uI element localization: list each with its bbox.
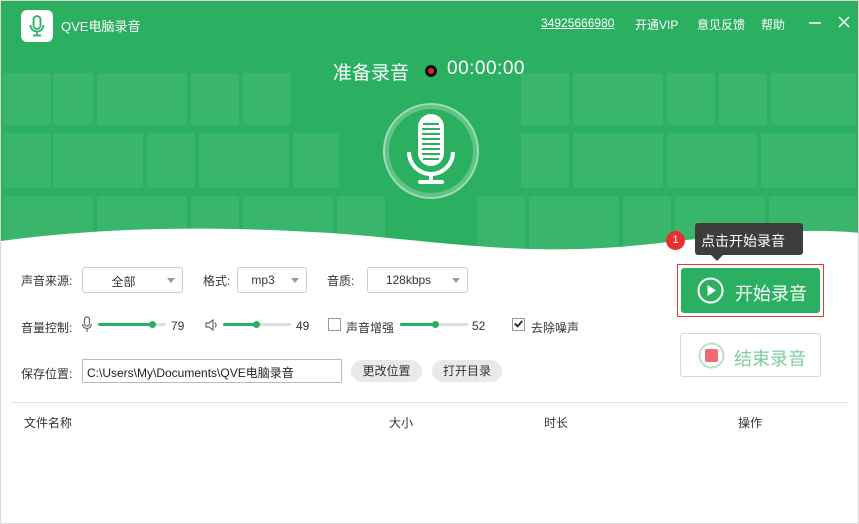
source-select[interactable]: 全部 [82,267,183,293]
recording-timer: 00:00:00 [447,58,525,79]
enhance-slider[interactable] [400,320,468,330]
speaker-icon [204,317,220,333]
stop-recording-label: 结束录音 [734,349,806,369]
minimize-icon[interactable] [807,14,823,30]
header-banner: QVE电脑录音 34925666980 开通VIP 意见反馈 帮助 准备录音 0… [1,1,858,261]
start-button-highlight: 开始录音 [677,264,824,317]
change-location-button[interactable]: 更改位置 [351,360,422,382]
open-directory-button[interactable]: 打开目录 [432,360,502,382]
start-recording-button[interactable]: 开始录音 [681,268,820,313]
open-vip-link[interactable]: 开通VIP [635,16,678,33]
slider-handle[interactable] [253,321,261,328]
app-logo-icon [21,10,53,42]
start-hint-tooltip: 点击开始录音 [695,223,803,261]
app-title: QVE电脑录音 [61,19,141,34]
slider-fill [223,323,257,326]
format-select[interactable]: mp3 [237,267,307,293]
recording-status: 准备录音 00:00:00 [1,58,858,84]
speaker-volume-value: 49 [296,319,310,333]
stop-icon [698,342,725,369]
slider-handle[interactable] [148,321,156,328]
table-divider [11,402,849,403]
denoise-checkbox[interactable] [512,318,525,331]
source-value: 全部 [111,275,136,289]
slider-handle[interactable] [432,321,440,328]
step-badge: 1 [666,231,685,250]
format-label: 格式: [203,274,231,288]
app-window: QVE电脑录音 34925666980 开通VIP 意见反馈 帮助 准备录音 0… [0,0,859,524]
chevron-down-icon [167,278,175,283]
record-indicator-icon [425,65,437,77]
quality-select[interactable]: 128kbps [367,267,468,293]
mic-volume-value: 79 [171,319,185,333]
account-phone-link[interactable]: 34925666980 [541,16,614,30]
denoise-label: 去除噪声 [531,321,580,335]
status-text: 准备录音 [333,63,410,84]
source-label: 声音来源: [21,274,73,288]
quality-label: 音质: [327,274,355,288]
chevron-down-icon [291,278,299,283]
column-header-actions[interactable]: 操作 [738,414,762,431]
microphone-icon [81,316,93,334]
play-icon [697,277,724,304]
column-header-duration[interactable]: 时长 [544,414,568,431]
chevron-down-icon [452,278,460,283]
microphone-icon [382,102,480,200]
save-path-field[interactable]: C:\Users\My\Documents\QVE电脑录音 [82,359,342,383]
feedback-link[interactable]: 意见反馈 [697,16,745,33]
quality-value: 128kbps [385,273,432,287]
slider-fill [98,323,152,326]
mic-volume-slider[interactable] [98,320,166,330]
format-value: mp3 [251,273,275,287]
close-icon[interactable] [836,14,852,30]
enhance-checkbox[interactable] [328,318,341,331]
volume-label: 音量控制: [21,321,73,335]
column-header-filename[interactable]: 文件名称 [24,414,72,431]
stop-recording-button[interactable]: 结束录音 [680,333,821,377]
column-header-size[interactable]: 大小 [389,414,413,431]
enhance-label: 声音增强 [346,321,395,335]
save-location-label: 保存位置: [21,367,73,381]
start-recording-label: 开始录音 [735,284,807,304]
speaker-volume-slider[interactable] [223,320,291,330]
enhance-value: 52 [472,319,486,333]
tooltip-text: 点击开始录音 [701,233,785,249]
slider-fill [400,323,436,326]
check-icon [514,318,523,328]
help-link[interactable]: 帮助 [761,16,785,33]
